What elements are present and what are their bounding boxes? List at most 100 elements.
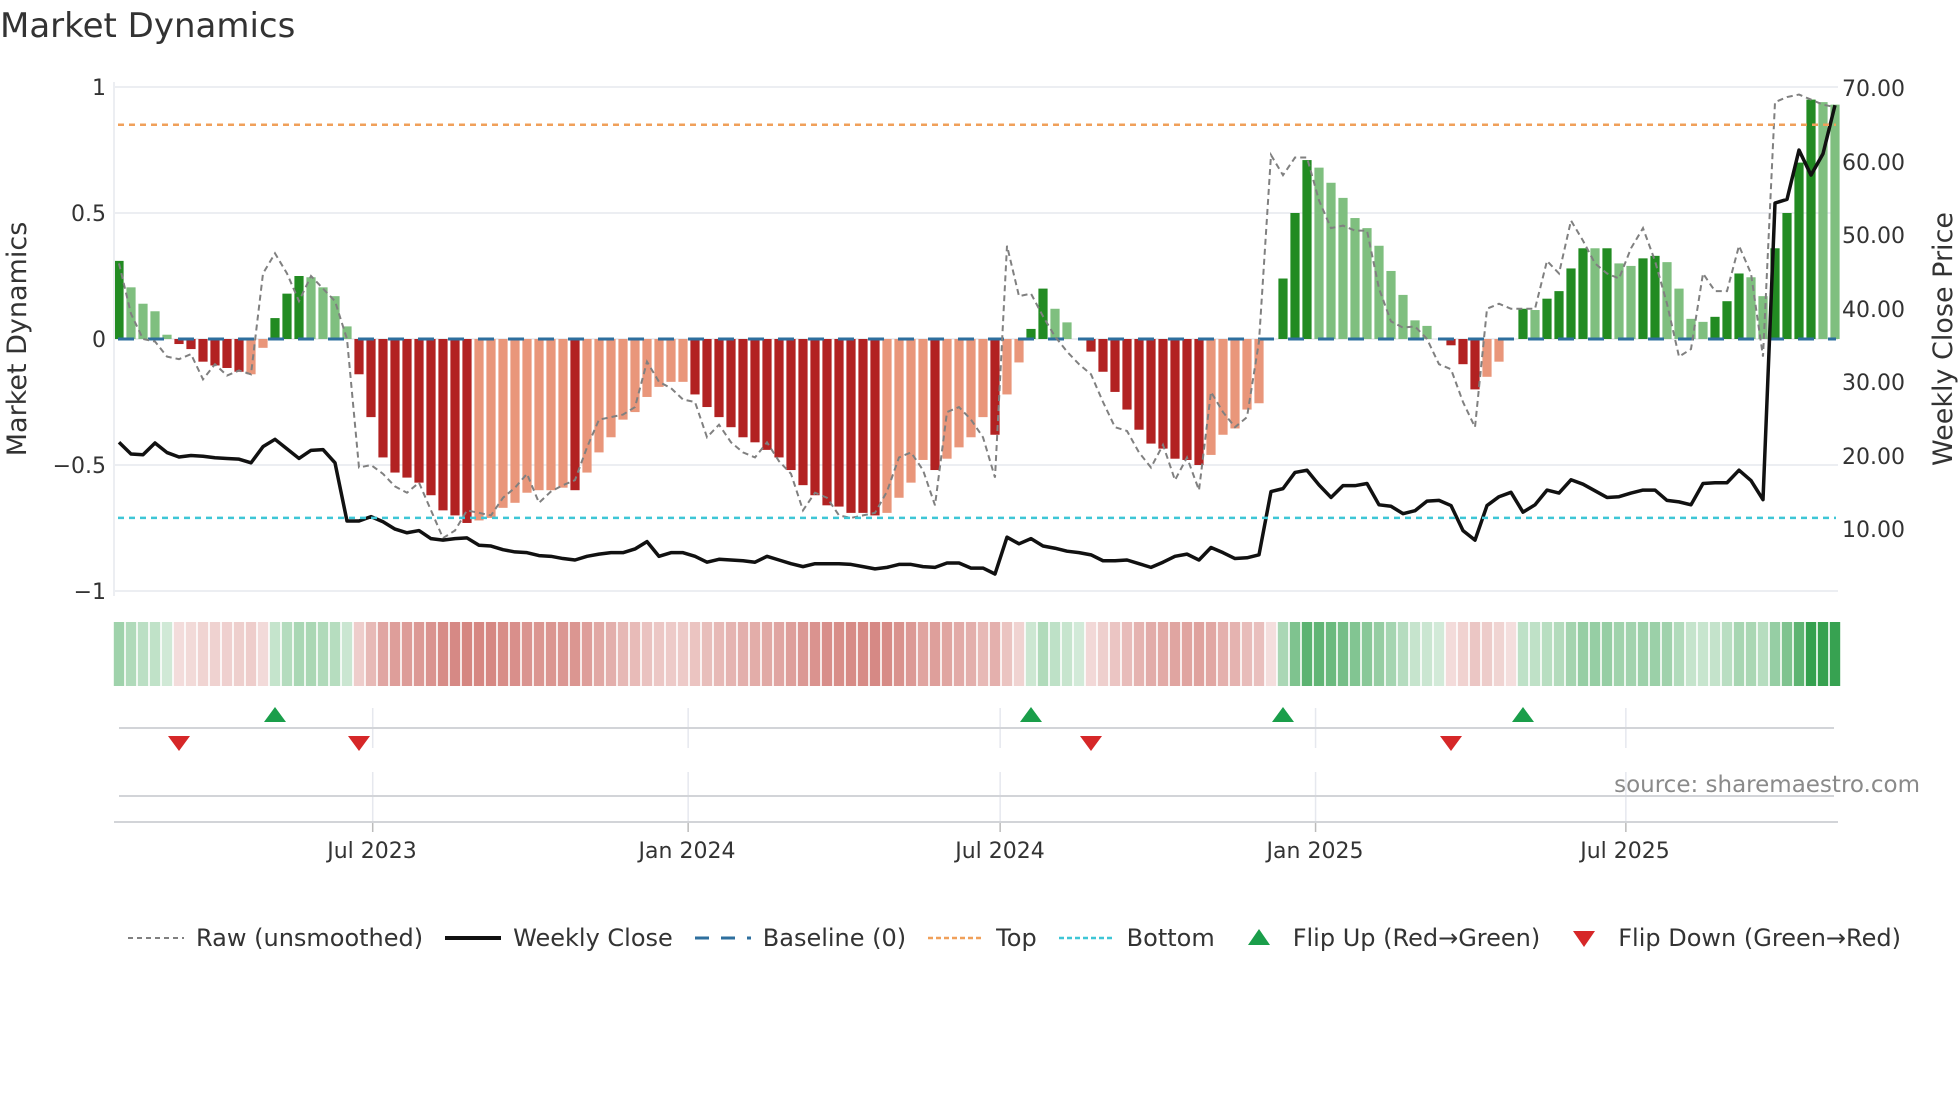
dynamics-bar (234, 339, 244, 372)
dynamics-bar (462, 339, 472, 523)
regime-cell (257, 622, 269, 686)
regime-cell (665, 622, 677, 686)
dynamics-bar (846, 339, 856, 513)
regime-cell (1181, 622, 1193, 686)
raw-line (118, 93, 1836, 540)
dynamics-bar (1134, 339, 1144, 430)
dynamics-bar (1014, 339, 1024, 363)
dynamics-bar (690, 339, 700, 395)
dynamics-bar (1302, 160, 1312, 339)
regime-cell (737, 622, 749, 686)
regime-cell (317, 622, 329, 686)
regime-cell (605, 622, 617, 686)
dynamics-bar (1230, 339, 1240, 429)
regime-cell (1253, 622, 1265, 686)
dynamics-bar (534, 339, 544, 491)
regime-cell (1421, 622, 1433, 686)
regime-cell (1301, 622, 1313, 686)
legend-label: Weekly Close (513, 924, 673, 952)
regime-cell (725, 622, 737, 686)
dynamics-bar (1218, 339, 1228, 435)
dynamics-bar (1734, 273, 1744, 339)
regime-cell (1217, 622, 1229, 686)
legend-label: Flip Down (Green→Red) (1618, 924, 1901, 952)
dynamics-bar (1374, 245, 1384, 339)
regime-cell (833, 622, 845, 686)
regime-cell (785, 622, 797, 686)
regime-cell (1061, 622, 1073, 686)
y-tick-label: −0.5 (53, 454, 106, 479)
x-tick-label: Jul 2025 (1578, 839, 1670, 864)
dynamics-bar (390, 339, 400, 473)
dynamics-bar (414, 339, 424, 483)
dynamics-bar (1746, 277, 1756, 339)
dynamics-bar (306, 277, 316, 339)
dynamics-bar (822, 339, 832, 506)
y2-axis-label: Weekly Close Price (1928, 212, 1959, 466)
legend: Raw (unsmoothed) Weekly Close Baseline (… (128, 924, 1923, 952)
dynamics-bar (1614, 263, 1624, 339)
dynamics-bar (1122, 339, 1132, 410)
regime-cell (1481, 622, 1493, 686)
regime-cell (1025, 622, 1037, 686)
regime-cell (1013, 622, 1025, 686)
regime-cell (617, 622, 629, 686)
regime-cell (1265, 622, 1277, 686)
legend-item-raw: Raw (unsmoothed) (128, 924, 423, 952)
legend-item-flip-down: Flip Down (Green→Red) (1562, 924, 1901, 952)
regime-cell (521, 622, 533, 686)
regime-cell (173, 622, 185, 686)
dynamics-bar (906, 339, 916, 483)
dynamics-bar (714, 339, 724, 418)
regime-cell (425, 622, 437, 686)
regime-cell (1517, 622, 1529, 686)
dotted-orange-line-icon (928, 936, 985, 940)
regime-cell (1073, 622, 1085, 686)
flip-up-marker (1020, 707, 1042, 722)
regime-cell (809, 622, 821, 686)
dynamics-bar (1002, 339, 1012, 395)
regime-cell (761, 622, 773, 686)
dynamics-bar (1314, 167, 1324, 339)
regime-cell (917, 622, 929, 686)
regime-cell (1337, 622, 1349, 686)
dynamics-bar (486, 339, 496, 518)
regime-cell (989, 622, 1001, 686)
solid-black-line-icon (445, 936, 502, 940)
dynamics-bar (222, 339, 232, 368)
regime-cell (1133, 622, 1145, 686)
regime-cell (353, 622, 365, 686)
regime-cell (557, 622, 569, 686)
x-tick-label: Jan 2024 (637, 839, 736, 864)
flip-up-marker (1272, 707, 1294, 722)
flip-up-marker (1512, 707, 1534, 722)
regime-cell (941, 622, 953, 686)
dynamics-bar (258, 339, 268, 348)
regime-cell (1157, 622, 1169, 686)
flip-down-marker (168, 736, 190, 751)
dynamics-bar (498, 339, 508, 508)
regime-cell (1325, 622, 1337, 686)
dynamics-bar (618, 339, 628, 420)
regime-cell (1097, 622, 1109, 686)
dynamics-bar (798, 339, 808, 486)
regime-cell (269, 622, 281, 686)
regime-cell (449, 622, 461, 686)
regime-cell (893, 622, 905, 686)
regime-cell (1733, 622, 1745, 686)
regime-cell (1829, 622, 1841, 686)
regime-cell (1469, 622, 1481, 686)
dynamics-bar (1338, 197, 1348, 339)
regime-cell (581, 622, 593, 686)
dynamics-bar (570, 339, 580, 491)
dynamics-bar (834, 339, 844, 507)
regime-cell (1121, 622, 1133, 686)
dynamics-bar (378, 339, 388, 458)
dynamics-bar (330, 296, 340, 339)
dynamics-bar (1098, 339, 1108, 372)
dynamics-bar (1782, 213, 1792, 339)
regime-cell (1145, 622, 1157, 686)
y-tick-label: 0 (92, 328, 106, 353)
flip-up-marker (264, 707, 286, 722)
regime-cell (881, 622, 893, 686)
